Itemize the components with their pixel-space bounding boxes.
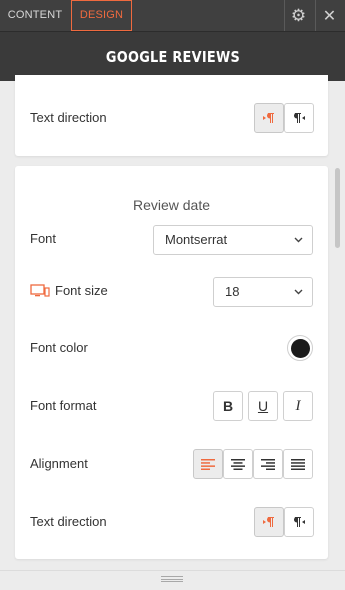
resize-handle[interactable] [161, 576, 183, 582]
close-icon[interactable]: ✕ [315, 0, 343, 31]
font-select[interactable]: Montserrat [153, 225, 313, 255]
align-left-button[interactable] [193, 449, 223, 479]
tab-design[interactable]: DESIGN [71, 0, 132, 31]
bold-button[interactable]: B [213, 391, 243, 421]
rtl-direction-button[interactable] [254, 103, 284, 133]
section-title: Review date [132, 197, 211, 213]
align-justify-button[interactable] [283, 449, 313, 479]
desktop-monitor-icon[interactable] [30, 284, 50, 298]
scrollbar-thumb[interactable] [335, 168, 340, 248]
align-left-icon [201, 458, 215, 470]
chevron-down-icon [294, 226, 303, 266]
font-size-label: Font size [55, 283, 108, 298]
font-color-label: Font color [30, 340, 88, 355]
text-direction-label: Text direction [30, 110, 107, 125]
font-color-dot [290, 338, 310, 358]
tab-content[interactable]: CONTENT [0, 0, 70, 31]
ltr-direction-button[interactable] [284, 507, 314, 537]
rtl-direction-button[interactable] [254, 507, 284, 537]
align-right-button[interactable] [253, 449, 283, 479]
italic-button[interactable]: I [283, 391, 313, 421]
font-format-label: Font format [30, 398, 97, 413]
font-size-select[interactable]: 18 [213, 277, 313, 307]
font-select-value: Montserrat [165, 232, 228, 247]
underline-button[interactable]: U [248, 391, 278, 421]
align-center-icon [231, 458, 245, 470]
align-right-icon [261, 458, 275, 470]
panel-title-bar: GOOGLE REVIEWS [0, 31, 345, 81]
align-center-button[interactable] [223, 449, 253, 479]
alignment-group [193, 449, 313, 479]
text-direction-label: Text direction [30, 514, 107, 529]
font-size-value: 18 [225, 284, 240, 299]
review-date-card: Review date Font Montserrat Font size 18… [15, 166, 328, 559]
panel-title: GOOGLE REVIEWS [105, 47, 240, 66]
text-direction-card: Text direction [15, 75, 328, 156]
align-justify-icon [291, 458, 305, 470]
rtl-direction-icon [263, 517, 274, 527]
panel-divider [0, 570, 345, 571]
font-label: Font [30, 231, 57, 246]
gear-icon[interactable]: ⚙ [284, 0, 312, 31]
top-tab-bar: CONTENT DESIGN ⚙ ✕ [0, 0, 345, 31]
rtl-direction-icon [263, 113, 274, 123]
alignment-label: Alignment [30, 456, 88, 471]
ltr-direction-icon [294, 517, 305, 527]
ltr-direction-icon [294, 113, 305, 123]
font-color-swatch[interactable] [287, 335, 313, 361]
ltr-direction-button[interactable] [284, 103, 314, 133]
chevron-down-icon [294, 278, 303, 318]
